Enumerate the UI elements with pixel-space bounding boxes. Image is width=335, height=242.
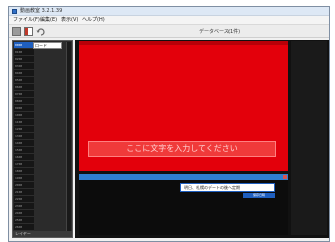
list-item[interactable]: 2600 bbox=[14, 224, 34, 231]
list-item[interactable]: 0700 bbox=[14, 91, 34, 98]
list-item[interactable]: 2300 bbox=[14, 203, 34, 210]
window-layout-icon[interactable] bbox=[24, 27, 33, 36]
list-item[interactable]: 0400 bbox=[14, 70, 34, 77]
database-label: データベース: bbox=[199, 29, 231, 35]
menu-view[interactable]: 表示(V) bbox=[61, 17, 78, 24]
window-layout-icon-accent bbox=[25, 28, 28, 35]
list-item[interactable]: 0500 bbox=[14, 77, 34, 84]
toolbar: データベース: (1件) bbox=[9, 25, 329, 38]
menu-help[interactable]: ヘルプ(H) bbox=[82, 17, 105, 24]
window-title: 動画教室 3.2.1.39 bbox=[20, 8, 63, 14]
timecode-list[interactable]: 0000 0100 0200 0300 0400 0500 0600 0700 0800 0900… bbox=[14, 42, 34, 231]
list-item[interactable]: 1900 bbox=[14, 175, 34, 182]
list-item[interactable]: 1700 bbox=[14, 161, 34, 168]
list-item[interactable]: 1500 bbox=[14, 147, 34, 154]
list-item[interactable]: 2200 bbox=[14, 196, 34, 203]
title-bar: 動画教室 3.2.1.39 bbox=[9, 7, 329, 16]
list-item[interactable]: 0800 bbox=[14, 98, 34, 105]
layout-toggle-icon[interactable] bbox=[12, 27, 21, 36]
right-panel bbox=[291, 41, 327, 235]
database-value: (1件) bbox=[228, 29, 241, 35]
list-item[interactable]: 0000 bbox=[14, 42, 34, 49]
undo-icon[interactable] bbox=[36, 27, 45, 36]
list-item[interactable]: 0900 bbox=[14, 105, 34, 112]
list-item[interactable]: 1000 bbox=[14, 112, 34, 119]
subtitle-text-box[interactable]: ここに文字を入力してください bbox=[88, 141, 276, 157]
subtitle-input-text: 明日、札幌のデートの後へ定期 bbox=[184, 185, 240, 190]
close-icon[interactable] bbox=[283, 175, 287, 179]
menu-edit[interactable]: 編集(E) bbox=[40, 17, 57, 24]
app-window: 動画教室 3.2.1.39 ファイル(F) 編集(E) 表示(V) ヘルプ(H)… bbox=[8, 6, 330, 242]
preview-canvas[interactable]: ここに文字を入力してください bbox=[79, 41, 288, 171]
left-footer-label: レイヤー bbox=[13, 231, 72, 237]
list-item[interactable]: 2000 bbox=[14, 182, 34, 189]
list-item[interactable]: 1600 bbox=[14, 154, 34, 161]
list-item[interactable]: 0300 bbox=[14, 63, 34, 70]
list-item[interactable]: 1800 bbox=[14, 168, 34, 175]
subtitle-panel: 明日、札幌のデートの後へ定期 保存日時 bbox=[79, 180, 288, 235]
app-icon bbox=[12, 9, 17, 14]
left-panel: 0000 0100 0200 0300 0400 0500 0600 0700 0800 0900… bbox=[12, 40, 73, 238]
editor-area: ここに文字を入力してください 明日、札幌のデートの後へ定期 保存日時 bbox=[75, 40, 329, 238]
list-item[interactable]: 1200 bbox=[14, 126, 34, 133]
undo-icon-glyph bbox=[36, 28, 45, 36]
list-item[interactable]: 2400 bbox=[14, 210, 34, 217]
list-header-field[interactable]: ロード bbox=[33, 42, 62, 49]
list-item[interactable]: 1400 bbox=[14, 140, 34, 147]
subtitle-placeholder: ここに文字を入力してください bbox=[126, 144, 238, 153]
save-time-button[interactable]: 保存日時 bbox=[243, 193, 275, 198]
menu-file[interactable]: ファイル(F) bbox=[13, 17, 40, 24]
menu-bar: ファイル(F) 編集(E) 表示(V) ヘルプ(H) bbox=[9, 16, 329, 25]
list-item[interactable]: 0200 bbox=[14, 56, 34, 63]
subtitle-input[interactable]: 明日、札幌のデートの後へ定期 bbox=[180, 183, 275, 192]
list-item[interactable]: 1100 bbox=[14, 119, 34, 126]
canvas-top-bar bbox=[79, 41, 288, 45]
list-item[interactable]: 2500 bbox=[14, 217, 34, 224]
list-item[interactable]: 0100 bbox=[14, 49, 34, 56]
list-item[interactable]: 2100 bbox=[14, 189, 34, 196]
left-scrollbar[interactable] bbox=[66, 42, 71, 231]
list-item[interactable]: 0600 bbox=[14, 84, 34, 91]
list-item[interactable]: 1300 bbox=[14, 133, 34, 140]
